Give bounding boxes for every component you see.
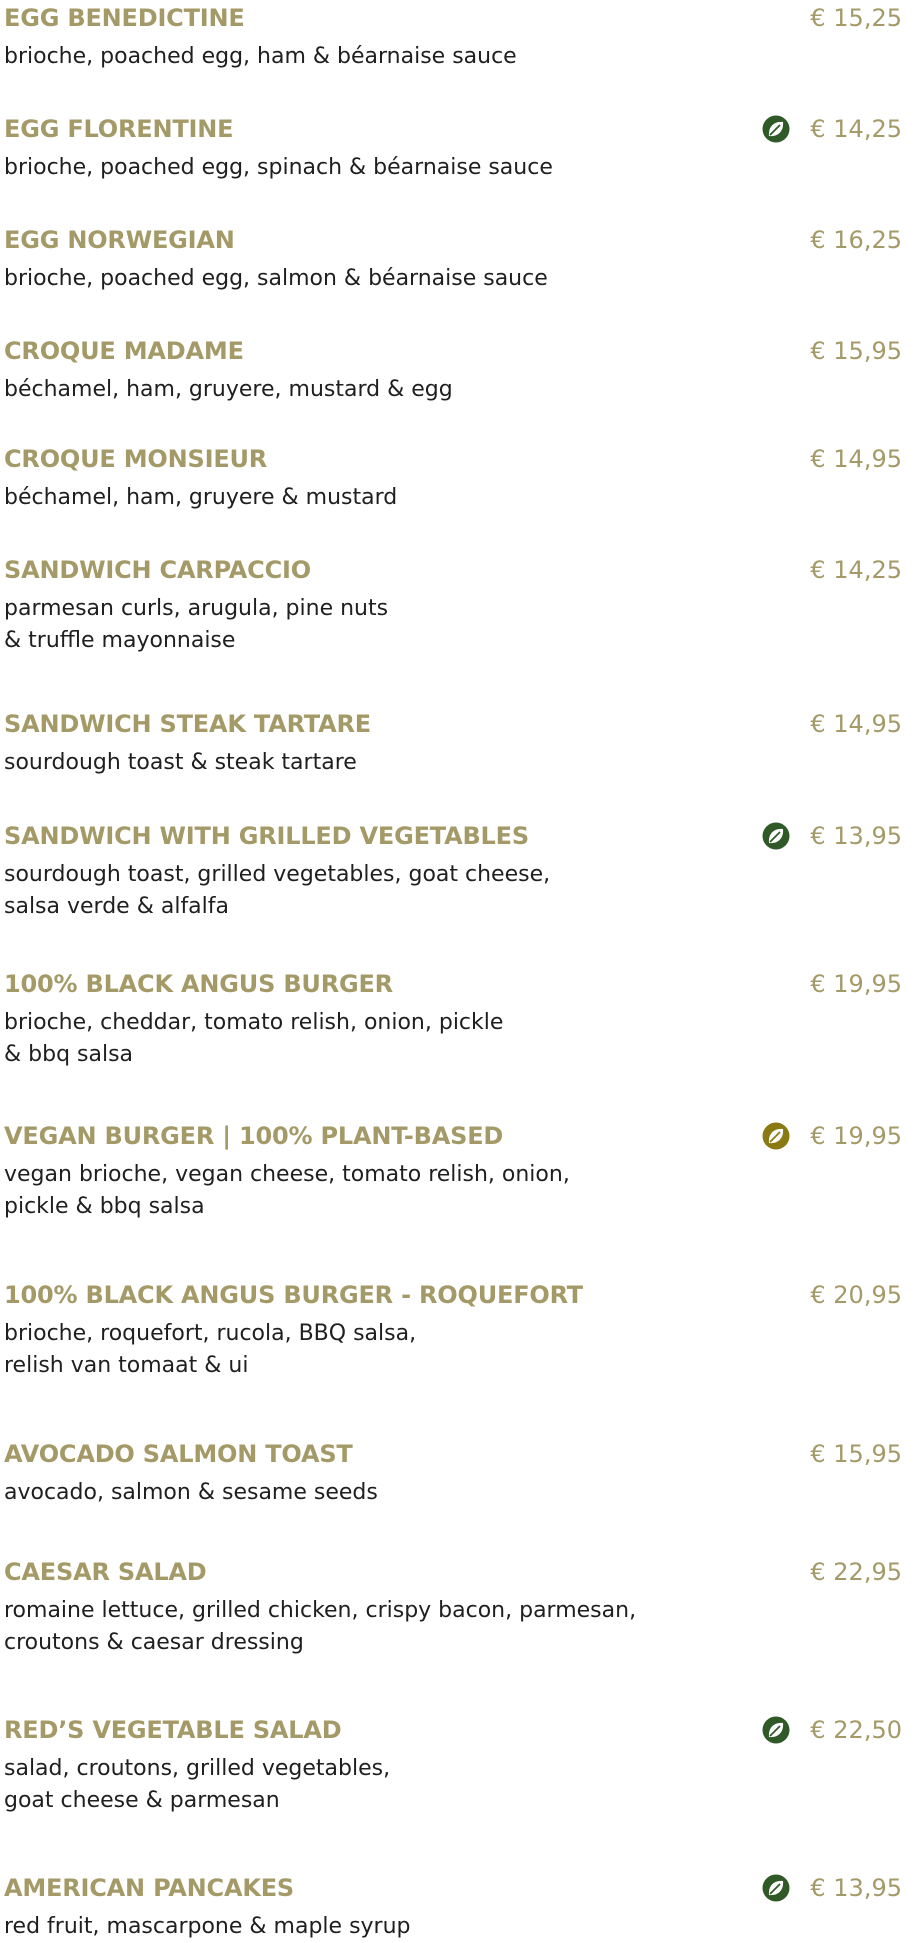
item-description: romaine lettuce, grilled chicken, crispy… bbox=[4, 1598, 637, 1655]
vegetarian-leaf-icon bbox=[762, 115, 790, 143]
vegetarian-leaf-icon bbox=[762, 1874, 790, 1902]
item-name: RED’S VEGETABLE SALAD bbox=[4, 1716, 342, 1744]
item-price: € 14,25 bbox=[810, 556, 902, 584]
item-price: € 14,25 bbox=[810, 115, 902, 143]
item-name: CAESAR SALAD bbox=[4, 1558, 207, 1586]
item-name: AVOCADO SALMON TOAST bbox=[4, 1440, 353, 1468]
vegetarian-leaf-icon bbox=[762, 1716, 790, 1744]
item-description: béchamel, ham, gruyere, mustard & egg bbox=[4, 377, 453, 402]
item-price: € 15,95 bbox=[810, 337, 902, 365]
item-name: EGG NORWEGIAN bbox=[4, 226, 235, 254]
item-description: brioche, cheddar, tomato relish, onion, … bbox=[4, 1010, 504, 1067]
item-name: CROQUE MADAME bbox=[4, 337, 244, 365]
item-description: red fruit, mascarpone & maple syrup bbox=[4, 1914, 411, 1939]
item-name: SANDWICH CARPACCIO bbox=[4, 556, 311, 584]
item-name: EGG BENEDICTINE bbox=[4, 4, 245, 32]
item-price: € 14,95 bbox=[810, 710, 902, 738]
item-price: € 15,25 bbox=[810, 4, 902, 32]
item-price: € 22,50 bbox=[810, 1716, 902, 1744]
item-price: € 13,95 bbox=[810, 822, 902, 850]
item-description: brioche, roquefort, rucola, BBQ salsa, r… bbox=[4, 1321, 417, 1378]
item-description: brioche, poached egg, salmon & béarnaise… bbox=[4, 266, 548, 291]
item-name: CROQUE MONSIEUR bbox=[4, 445, 268, 473]
item-description: sourdough toast & steak tartare bbox=[4, 750, 357, 775]
item-name: VEGAN BURGER | 100% PLANT-BASED bbox=[4, 1122, 504, 1150]
item-price: € 14,95 bbox=[810, 445, 902, 473]
vegetarian-leaf-icon bbox=[762, 822, 790, 850]
item-description: salad, croutons, grilled vegetables, goa… bbox=[4, 1756, 391, 1813]
item-description: sourdough toast, grilled vegetables, goa… bbox=[4, 862, 551, 919]
item-name: 100% BLACK ANGUS BURGER bbox=[4, 970, 393, 998]
item-price: € 13,95 bbox=[810, 1874, 902, 1902]
item-price: € 19,95 bbox=[810, 970, 902, 998]
item-name: AMERICAN PANCAKES bbox=[4, 1874, 295, 1902]
item-price: € 22,95 bbox=[810, 1558, 902, 1586]
item-name: SANDWICH STEAK TARTARE bbox=[4, 710, 371, 738]
item-description: brioche, poached egg, ham & béarnaise sa… bbox=[4, 44, 517, 69]
vegan-leaf-icon bbox=[762, 1122, 790, 1150]
item-description: brioche, poached egg, spinach & béarnais… bbox=[4, 155, 553, 180]
item-price: € 16,25 bbox=[810, 226, 902, 254]
item-name: SANDWICH WITH GRILLED VEGETABLES bbox=[4, 822, 529, 850]
item-description: avocado, salmon & sesame seeds bbox=[4, 1480, 378, 1505]
item-name: 100% BLACK ANGUS BURGER - ROQUEFORT bbox=[4, 1281, 583, 1309]
item-name: EGG FLORENTINE bbox=[4, 115, 234, 143]
item-description: vegan brioche, vegan cheese, tomato reli… bbox=[4, 1162, 570, 1219]
item-price: € 15,95 bbox=[810, 1440, 902, 1468]
item-price: € 19,95 bbox=[810, 1122, 902, 1150]
item-description: parmesan curls, arugula, pine nuts & tru… bbox=[4, 596, 389, 653]
item-description: béchamel, ham, gruyere & mustard bbox=[4, 485, 398, 510]
item-price: € 20,95 bbox=[810, 1281, 902, 1309]
